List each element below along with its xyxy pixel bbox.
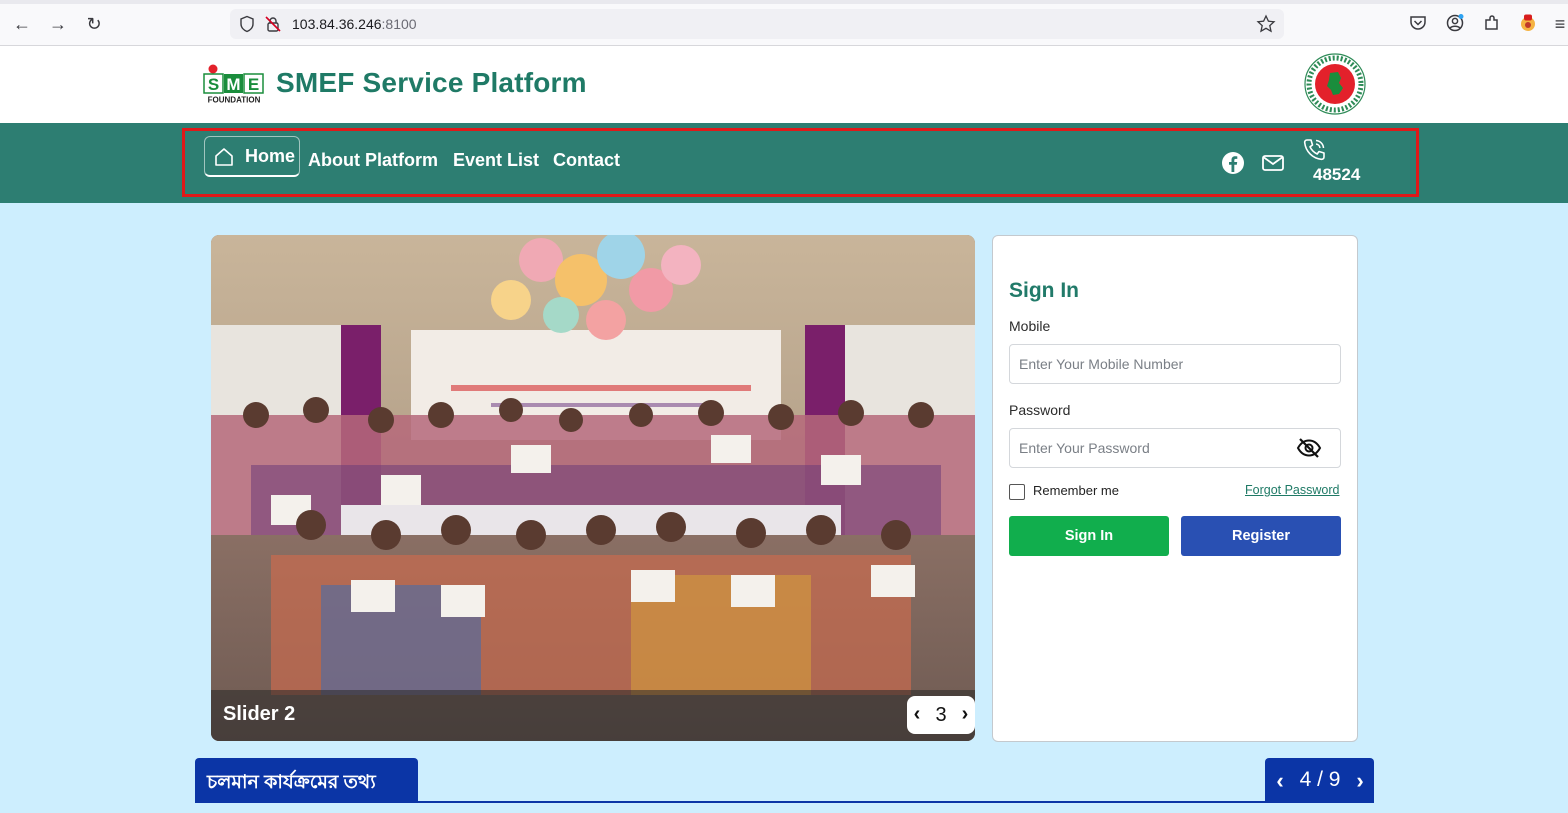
image-slider[interactable]: Slider 2 ‹ 3 › xyxy=(211,235,975,741)
svg-text:FOUNDATION: FOUNDATION xyxy=(208,96,261,105)
back-arrow-icon[interactable]: ← xyxy=(10,12,34,36)
forward-arrow-icon[interactable]: → xyxy=(46,12,70,36)
slider-next-button[interactable]: › xyxy=(957,703,973,726)
main-navigation: Home About Platform Event List Contact 4… xyxy=(0,123,1568,203)
site-title[interactable]: SMEF Service Platform xyxy=(276,67,587,99)
address-bar[interactable]: 103.84.36.246:8100 xyxy=(230,9,1284,39)
register-button[interactable]: Register xyxy=(1181,516,1341,556)
svg-text:M: M xyxy=(226,75,240,94)
eye-slash-icon[interactable] xyxy=(1296,436,1322,460)
signin-title: Sign In xyxy=(1009,279,1079,302)
url-host: 103.84.36.246 xyxy=(292,16,382,32)
nav-contact[interactable]: Contact xyxy=(553,150,620,171)
nav-home-label: Home xyxy=(245,146,296,166)
signin-card: Sign In Mobile Password Remember me Forg… xyxy=(992,235,1358,742)
slider-photo xyxy=(211,235,975,741)
sign-in-button[interactable]: Sign In xyxy=(1009,516,1169,556)
email-icon[interactable] xyxy=(1261,151,1285,175)
url-port: :8100 xyxy=(381,16,417,32)
nav-event-list[interactable]: Event List xyxy=(453,150,539,171)
slider-caption: Slider 2 xyxy=(223,703,296,725)
url-text[interactable]: 103.84.36.246:8100 xyxy=(292,16,417,32)
smef-logo[interactable]: S M E FOUNDATION xyxy=(203,64,265,104)
slider-caption-bar: Slider 2 xyxy=(211,690,975,741)
extensions-icon[interactable] xyxy=(1482,13,1502,33)
activity-section-title: চলমান কার্যক্রমের তথ্য xyxy=(207,772,376,793)
slider-prev-button[interactable]: ‹ xyxy=(909,703,925,726)
nav-home[interactable]: Home xyxy=(204,136,300,177)
mobile-input[interactable] xyxy=(1009,344,1341,384)
svg-text:S: S xyxy=(208,75,219,94)
nav-about-platform[interactable]: About Platform xyxy=(308,150,438,171)
svg-text:E: E xyxy=(248,75,259,94)
tab-strip-edge xyxy=(0,0,1568,4)
phone-icon[interactable] xyxy=(1301,137,1327,163)
remember-me-label[interactable]: Remember me xyxy=(1033,483,1119,498)
activity-page-indicator: 4 / 9 xyxy=(1299,768,1341,791)
activity-section-divider xyxy=(195,801,1374,803)
password-label: Password xyxy=(1009,402,1071,418)
password-input[interactable] xyxy=(1009,428,1341,468)
shield-icon[interactable] xyxy=(238,15,256,33)
account-icon[interactable] xyxy=(1445,13,1465,33)
activity-section-tab: চলমান কার্যক্রমের তথ্য xyxy=(195,758,418,802)
bookmark-star-icon[interactable] xyxy=(1256,14,1276,34)
profile-avatar-icon[interactable] xyxy=(1518,13,1538,33)
activity-next-button[interactable]: › xyxy=(1352,768,1368,794)
remember-me-checkbox[interactable] xyxy=(1009,484,1025,500)
pocket-icon[interactable] xyxy=(1408,13,1428,33)
menu-icon[interactable]: ≡ xyxy=(1552,12,1568,36)
slider-pager: ‹ 3 › xyxy=(907,696,975,734)
slider-current-index: 3 xyxy=(935,704,947,726)
hotline-number[interactable]: 48524 xyxy=(1313,165,1360,185)
site-header: S M E FOUNDATION SMEF Service Platform xyxy=(0,46,1568,123)
reload-icon[interactable]: ↻ xyxy=(82,12,106,36)
facebook-icon[interactable] xyxy=(1221,151,1245,175)
activity-pager: ‹ 4 / 9 › xyxy=(1265,758,1374,802)
mobile-label: Mobile xyxy=(1009,318,1051,334)
browser-toolbar: ← → ↻ 103.84.36.246:8100 ≡ xyxy=(0,0,1568,46)
home-icon xyxy=(215,148,233,166)
insecure-lock-icon[interactable] xyxy=(264,15,282,33)
forgot-password-link[interactable]: Forgot Password xyxy=(1245,483,1339,497)
activity-prev-button[interactable]: ‹ xyxy=(1272,768,1288,794)
government-seal-logo xyxy=(1304,53,1366,115)
